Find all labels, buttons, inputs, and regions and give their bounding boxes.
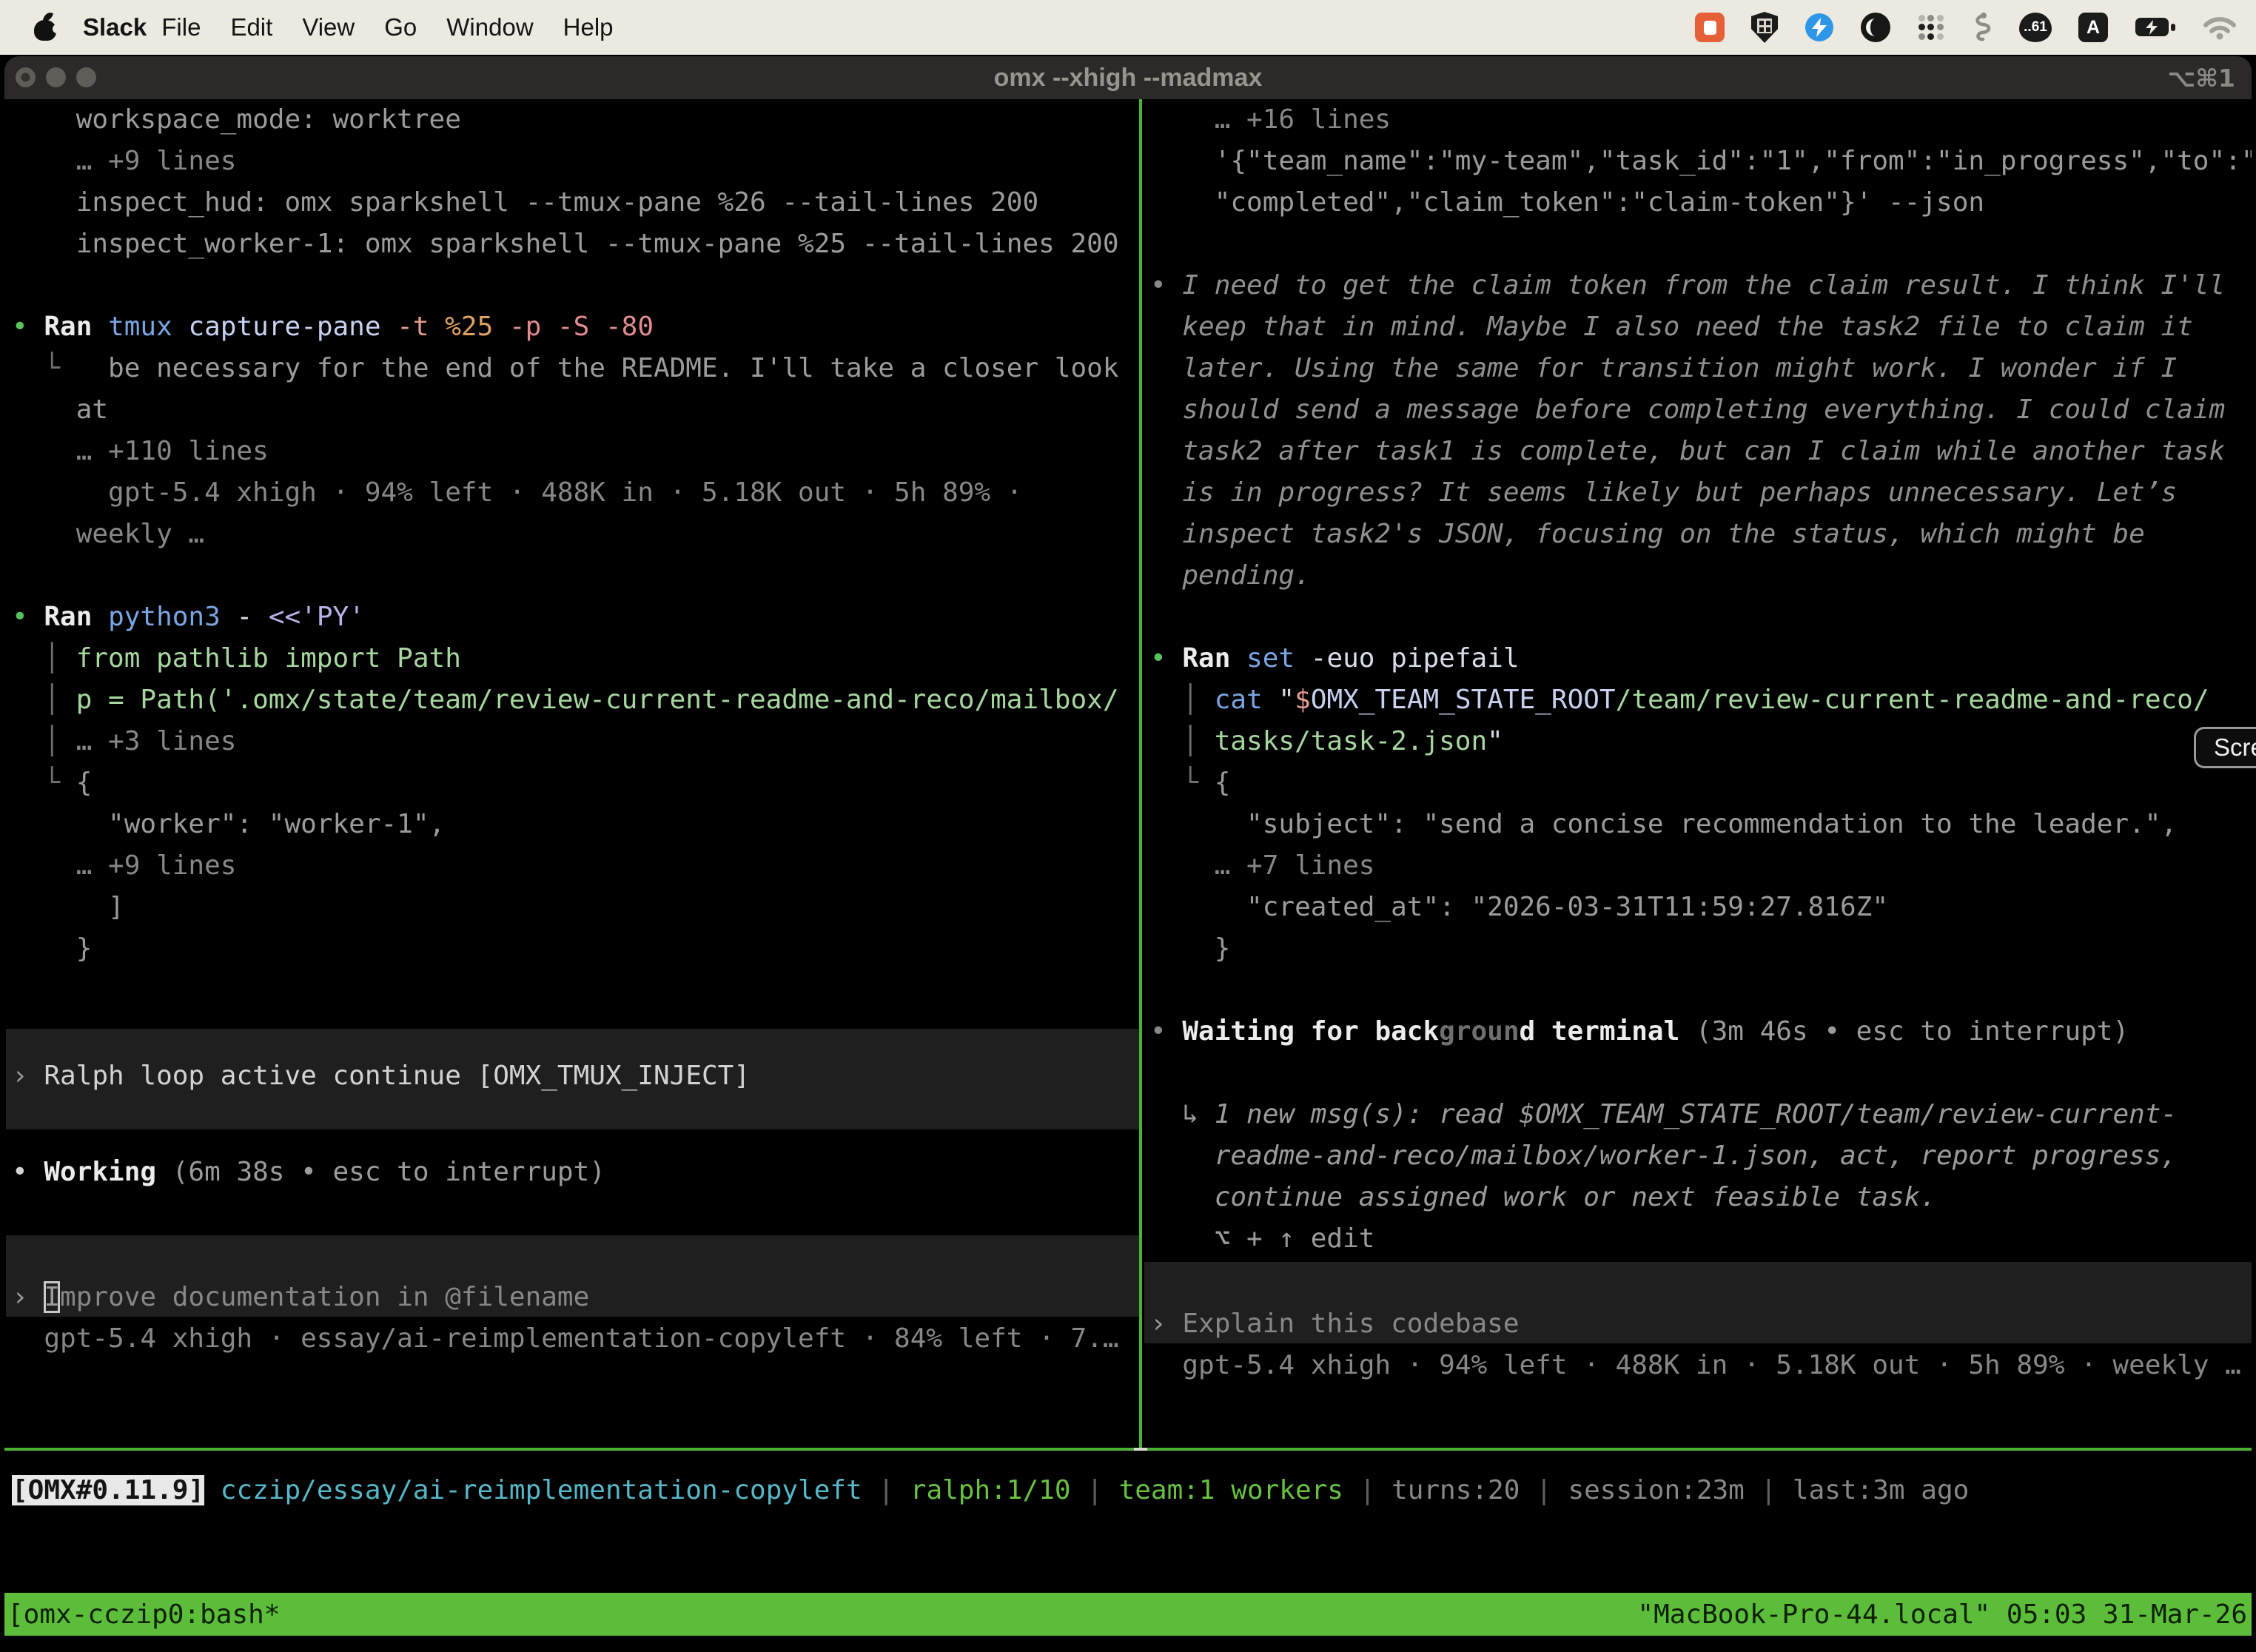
tmux-session-label: [omx-cczip0:bash* — [7, 1599, 280, 1630]
terminal-line: "created_at": "2026-03-31T11:59:27.816Z" — [1144, 887, 2252, 928]
apple-menu-icon[interactable] — [33, 13, 58, 42]
shield-app-icon[interactable] — [1751, 12, 1778, 43]
tmux-host-clock: "MacBook-Pro-44.local" 05:03 31-Mar-26 — [1637, 1599, 2247, 1630]
terminal-line: inspect_hud: omx sparkshell --tmux-pane … — [6, 182, 1141, 224]
menu-item-edit[interactable]: Edit — [215, 13, 287, 41]
terminal-line: … +16 lines — [1144, 99, 2252, 141]
terminal: workspace_mode: worktree … +9 lines insp… — [4, 99, 2252, 1652]
terminal-line — [1144, 224, 2252, 265]
input-source-icon[interactable]: A — [2078, 13, 2108, 42]
terminal-line: at — [6, 389, 1141, 431]
prompt-band[interactable]: › Improve documentation in @filename — [6, 1235, 1141, 1317]
menu-item-file[interactable]: File — [147, 13, 215, 41]
pane-divider-vertical[interactable] — [1139, 99, 1142, 1449]
terminal-line: ↳ 1 new msg(s): read $OMX_TEAM_STATE_ROO… — [1144, 1094, 2252, 1135]
prompt-band[interactable]: › Ralph loop active continue [OMX_TMUX_I… — [6, 1029, 1141, 1129]
omx-session-status-line: [OMX#0.11.9] cczip/essay/ai-reimplementa… — [6, 1470, 2249, 1511]
chat-app-icon[interactable] — [1695, 13, 1725, 42]
terminal-line: pending. — [1144, 555, 2252, 597]
terminal-line: └ { — [1144, 762, 2252, 804]
tmux-status-bar: [omx-cczip0:bash* "MacBook-Pro-44.local"… — [4, 1593, 2252, 1636]
screenshot-toast: Scre — [2194, 727, 2256, 768]
terminal-line: │ cat "$OMX_TEAM_STATE_ROOT/team/review-… — [1144, 679, 2252, 721]
battery-icon[interactable] — [2135, 16, 2176, 38]
menu-item-window[interactable]: Window — [432, 13, 548, 41]
terminal-line: │ … +3 lines — [6, 721, 1141, 762]
terminal-line: readme-and-reco/mailbox/worker-1.json, a… — [1144, 1135, 2252, 1177]
terminal-line: … +7 lines — [1144, 845, 2252, 887]
prompt-band[interactable]: › Explain this codebase — [1144, 1262, 2252, 1343]
terminal-line — [1144, 1052, 2252, 1094]
tmux-pane-bottom: [OMX#0.11.9] cczip/essay/ai-reimplementa… — [6, 1451, 2249, 1611]
terminal-line: } — [1144, 928, 2252, 970]
menu-bar: Slack FileEditViewGoWindowHelp ..61 A — [0, 0, 2256, 55]
working-status-line: • Working (6m 38s • esc to interrupt) — [6, 1152, 1141, 1193]
terminal-line — [6, 555, 1141, 597]
terminal-line: continue assigned work or next feasible … — [1144, 1177, 2252, 1218]
record-disc-icon[interactable] — [1861, 13, 1890, 42]
dots-grid-icon[interactable] — [1917, 13, 1945, 41]
squiggle-icon[interactable] — [1972, 12, 1993, 43]
terminal-line: task2 after task1 is complete, but can I… — [1144, 431, 2252, 472]
terminal-line: inspect task2's JSON, focusing on the st… — [1144, 514, 2252, 555]
tmux-pane-worker[interactable]: workspace_mode: worktree … +9 lines insp… — [6, 99, 1141, 1448]
terminal-line: "completed","claim_token":"claim-token"}… — [1144, 182, 2252, 224]
terminal-line: inspect_worker-1: omx sparkshell --tmux-… — [6, 224, 1141, 265]
terminal-line: │ tasks/task-2.json" — [1144, 721, 2252, 762]
input-source-icon-label: A — [2087, 17, 2100, 38]
terminal-line: • Ran set -euo pipefail — [1144, 638, 2252, 679]
terminal-line: ] — [6, 887, 1141, 928]
terminal-line: │ p = Path('.omx/state/team/review-curre… — [6, 679, 1141, 721]
window-title: omx --xhigh --madmax — [4, 56, 2252, 99]
terminal-line: '{"team_name":"my-team","task_id":"1","f… — [1144, 141, 2252, 182]
terminal-line: • I need to get the claim token from the… — [1144, 265, 2252, 306]
terminal-line: weekly … — [6, 514, 1141, 555]
waiting-status-line: • Waiting for background terminal (3m 46… — [1144, 1011, 2252, 1052]
window-titlebar[interactable]: omx --xhigh --madmax ⌥⌘1 — [4, 56, 2252, 99]
model-status-line: gpt-5.4 xhigh · essay/ai-reimplementatio… — [6, 1318, 1141, 1360]
menu-item-go[interactable]: Go — [369, 13, 432, 41]
ralph-loop-status-line: › Ralph loop active continue [OMX_TMUX_I… — [6, 1055, 1141, 1097]
terminal-line: should send a message before completing … — [1144, 389, 2252, 431]
menu-items: FileEditViewGoWindowHelp — [147, 13, 628, 41]
menu-bar-status-icons: ..61 A — [1695, 12, 2237, 43]
terminal-line: "worker": "worker-1", — [6, 804, 1141, 845]
prompt-input-line: › Improve documentation in @filename — [6, 1277, 1141, 1318]
terminal-line: • Ran tmux capture-pane -t %25 -p -S -80 — [6, 306, 1141, 348]
window-shortcut-badge: ⌥⌘1 — [2167, 56, 2235, 99]
terminal-line: • Ran python3 - <<'PY' — [6, 597, 1141, 638]
terminal-line: … +9 lines — [6, 845, 1141, 887]
model-status-line: gpt-5.4 xhigh · 94% left · 488K in · 5.1… — [1144, 1345, 2252, 1386]
app-menu-slack[interactable]: Slack — [83, 13, 147, 41]
terminal-line: workspace_mode: worktree — [6, 99, 1141, 141]
prompt-input-line: › Explain this codebase — [1144, 1303, 2252, 1345]
terminal-line: gpt-5.4 xhigh · 94% left · 488K in · 5.1… — [6, 472, 1141, 514]
terminal-line — [1144, 597, 2252, 638]
terminal-line — [6, 265, 1141, 306]
terminal-line: keep that in mind. Maybe I also need the… — [1144, 306, 2252, 348]
terminal-line — [1144, 970, 2252, 1011]
badge-61-icon-label: ..61 — [2024, 19, 2047, 36]
menu-item-help[interactable]: Help — [548, 13, 628, 41]
terminal-cursor: I — [44, 1281, 60, 1313]
wifi-icon[interactable] — [2203, 15, 2237, 40]
terminal-line: … +9 lines — [6, 141, 1141, 182]
edit-hint-line: ⌥ + ↑ edit — [1144, 1218, 2252, 1260]
screenshot-toast-label: Scre — [2214, 733, 2256, 762]
terminal-line: └ { — [6, 762, 1141, 804]
menu-item-view[interactable]: View — [287, 13, 369, 41]
tmux-pane-hud[interactable]: … +16 lines '{"team_name":"my-team","tas… — [1144, 99, 2252, 1448]
terminal-line: "subject": "send a concise recommendatio… — [1144, 804, 2252, 845]
badge-61-icon[interactable]: ..61 — [2019, 13, 2052, 42]
terminal-line: └ be necessary for the end of the README… — [6, 348, 1141, 389]
terminal-line: … +110 lines — [6, 431, 1141, 472]
bolt-badge-icon[interactable] — [1805, 13, 1834, 42]
terminal-line: │ from pathlib import Path — [6, 638, 1141, 679]
terminal-line: } — [6, 928, 1141, 970]
terminal-line: later. Using the same for transition mig… — [1144, 348, 2252, 389]
terminal-line: is in progress? It seems likely but perh… — [1144, 472, 2252, 514]
